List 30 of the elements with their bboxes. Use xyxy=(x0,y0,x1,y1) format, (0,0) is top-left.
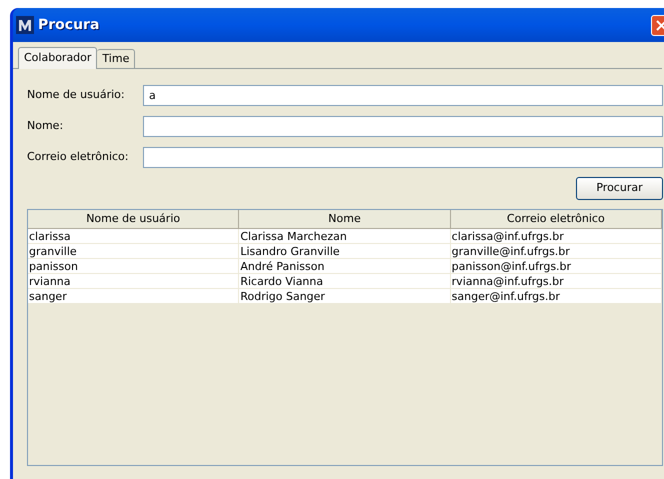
table-cell: Lisandro Granville xyxy=(239,244,451,258)
table-cell: panisson xyxy=(28,259,240,273)
input-field[interactable]: a xyxy=(143,85,663,106)
tab[interactable]: Time xyxy=(97,49,136,68)
tab[interactable]: Colaborador xyxy=(18,47,98,69)
table-cell: Rodrigo Sanger xyxy=(239,289,451,303)
table-cell: granville@inf.ufrgs.br xyxy=(450,244,662,258)
table-cell: rvianna xyxy=(28,274,240,288)
table-cell: Ricardo Vianna xyxy=(239,274,451,288)
field-label: Correio eletrônico: xyxy=(27,149,130,166)
table-cell: clarissa@inf.ufrgs.br xyxy=(450,229,662,243)
table-cell: panisson@inf.ufrgs.br xyxy=(450,259,662,273)
input-field[interactable] xyxy=(143,147,663,168)
table-cell: clarissa xyxy=(28,229,240,243)
column-header[interactable]: Nome xyxy=(239,210,451,229)
table-cell: Clarissa Marchezan xyxy=(239,229,451,243)
app-icon xyxy=(16,16,34,34)
table-cell: granville xyxy=(28,244,240,258)
window-title: Procura xyxy=(38,16,100,34)
table-cell: sanger@inf.ufrgs.br xyxy=(450,289,662,303)
close-icon xyxy=(656,20,664,31)
search-button[interactable]: Procurar xyxy=(576,177,663,200)
field-label: Nome: xyxy=(27,118,64,134)
column-header[interactable]: Nome de usuário xyxy=(28,210,240,229)
input-field[interactable] xyxy=(143,116,663,137)
column-header[interactable]: Correio eletrônico xyxy=(450,210,662,229)
table-cell: André Panisson xyxy=(239,259,451,273)
table-cell: sanger xyxy=(28,289,240,303)
field-label: Nome de usuário: xyxy=(27,87,126,104)
table-cell: rvianna@inf.ufrgs.br xyxy=(450,274,662,288)
